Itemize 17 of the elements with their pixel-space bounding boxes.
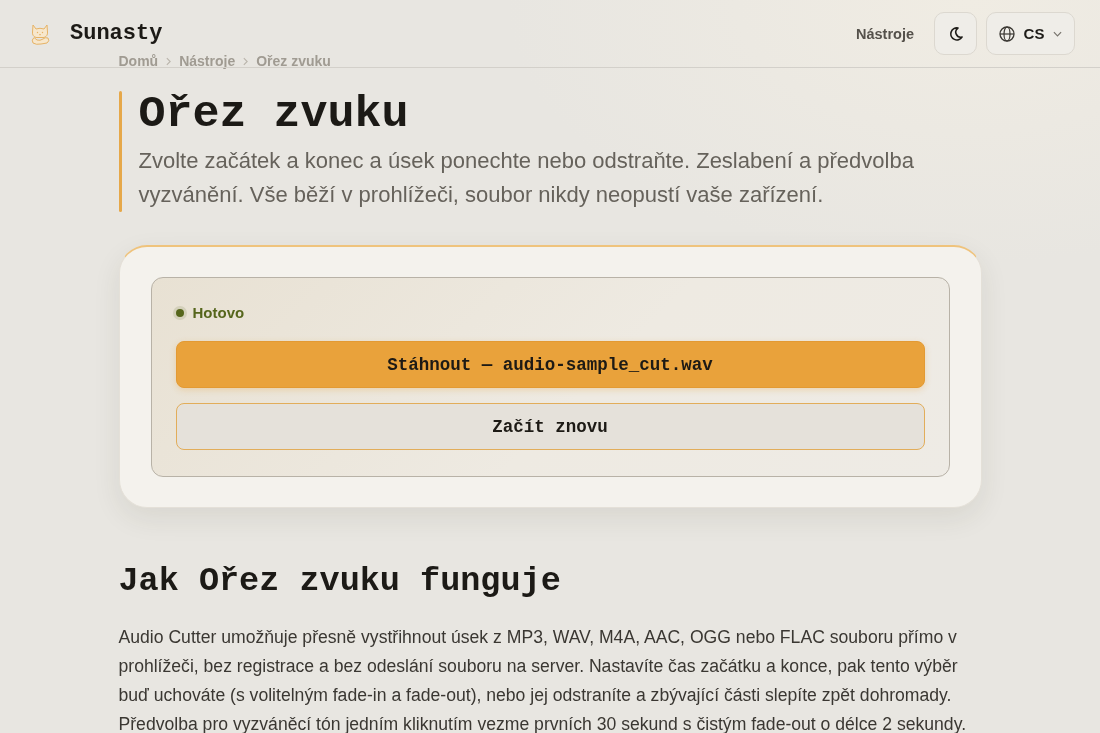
site-logo[interactable]: Sunasty	[70, 21, 163, 46]
moon-icon	[948, 26, 963, 41]
status-label: Hotovo	[192, 304, 245, 321]
page-subtitle: Zvolte začátek a konec a úsek ponechte nebo odstraňte. Zeslabení a předvolba vyzvánění. Vše běží v prohlížeči, soubor nikdy neopustí vaše zařízení.	[138, 147, 915, 209]
chevron-right-icon	[166, 56, 172, 66]
section-heading: Jak Ořez zvuku funguje	[118, 561, 562, 602]
page-title: Ořez zvuku	[138, 91, 410, 139]
globe-icon	[998, 25, 1015, 42]
theme-toggle-button[interactable]	[934, 12, 977, 55]
language-button[interactable]: CS	[986, 12, 1075, 55]
section-paragraph: Audio Cutter umožňuje přesně vystřihnout úsek z MP3, WAV, M4A, AAC, OGG nebo FLAC souboru přímo v prohlížeči, bez registrace a bez odeslání souboru na server. Nastavíte čas začátku a konce, pak tento výběr buď uchováte (s volitelným fade-in a fade-out), nebo jej odstraníte a zbývající části slepíte zpět dohromady. Předvolba pro vyzváněcí tón jedním kliknutím vezme prvních 30 sekund s čistým fade-out o délce 2 sekundy.	[118, 626, 968, 733]
restart-button[interactable]: Začít znovu	[175, 403, 925, 450]
chevron-down-icon	[1053, 30, 1063, 37]
download-button[interactable]: Stáhnout — audio-sample_cut.wav	[175, 341, 925, 388]
chevron-right-icon	[243, 56, 249, 66]
status-dot-icon	[172, 305, 187, 320]
nav-link[interactable]: Nástroje	[855, 25, 914, 42]
